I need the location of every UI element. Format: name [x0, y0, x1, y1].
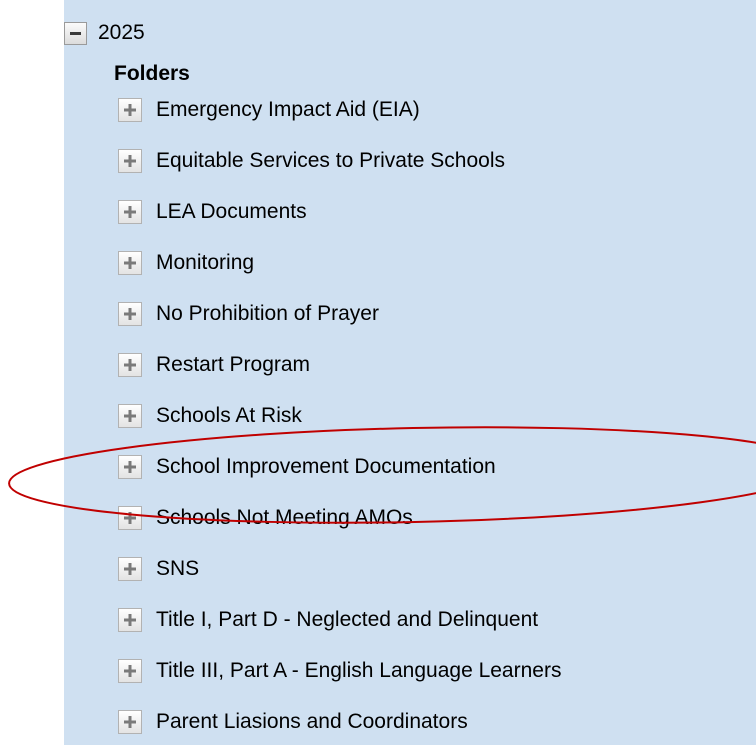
folder-label[interactable]: Equitable Services to Private Schools — [156, 149, 505, 173]
plus-icon[interactable] — [118, 148, 142, 173]
folder-item-monitoring[interactable]: Monitoring — [118, 237, 561, 288]
plus-icon[interactable] — [118, 454, 142, 479]
folder-label[interactable]: Schools At Risk — [156, 404, 302, 428]
folder-item-restart-program[interactable]: Restart Program — [118, 339, 561, 390]
folder-list: Emergency Impact Aid (EIA) Equitable Ser… — [118, 84, 561, 745]
plus-icon[interactable] — [118, 250, 142, 275]
plus-icon[interactable] — [118, 199, 142, 224]
folder-item-parent-liaisons[interactable]: Parent Liasions and Coordinators — [118, 696, 561, 745]
folder-label[interactable]: LEA Documents — [156, 200, 307, 224]
plus-icon[interactable] — [118, 97, 142, 122]
folder-label[interactable]: Title I, Part D - Neglected and Delinque… — [156, 608, 538, 632]
folder-item-schools-not-meeting-amos[interactable]: Schools Not Meeting AMOs — [118, 492, 561, 543]
folder-item-title-iii-part-a[interactable]: Title III, Part A - English Language Lea… — [118, 645, 561, 696]
folder-tree-panel: 2025 Folders Emergency Impact Aid (EIA) … — [64, 0, 756, 745]
plus-icon[interactable] — [118, 556, 142, 581]
folder-item-equitable-services[interactable]: Equitable Services to Private Schools — [118, 135, 561, 186]
plus-icon[interactable] — [118, 709, 142, 734]
plus-icon[interactable] — [118, 505, 142, 530]
folder-label[interactable]: School Improvement Documentation — [156, 455, 496, 479]
plus-icon[interactable] — [118, 658, 142, 683]
plus-icon[interactable] — [118, 403, 142, 428]
folder-item-school-improvement-documentation[interactable]: School Improvement Documentation — [118, 441, 561, 492]
folder-label[interactable]: Monitoring — [156, 251, 254, 275]
folder-item-no-prohibition-of-prayer[interactable]: No Prohibition of Prayer — [118, 288, 561, 339]
screenshot-stage: 2025 Folders Emergency Impact Aid (EIA) … — [0, 0, 756, 745]
plus-icon[interactable] — [118, 301, 142, 326]
folder-label[interactable]: Emergency Impact Aid (EIA) — [156, 98, 420, 122]
folder-item-sns[interactable]: SNS — [118, 543, 561, 594]
minus-icon[interactable] — [64, 21, 87, 45]
plus-icon[interactable] — [118, 352, 142, 377]
folder-item-emergency-impact-aid[interactable]: Emergency Impact Aid (EIA) — [118, 84, 561, 135]
folder-label[interactable]: Restart Program — [156, 353, 310, 377]
tree-root-label[interactable]: 2025 — [98, 21, 145, 45]
tree-root-2025[interactable]: 2025 — [64, 19, 145, 47]
folder-label[interactable]: Schools Not Meeting AMOs — [156, 506, 413, 530]
folder-item-lea-documents[interactable]: LEA Documents — [118, 186, 561, 237]
folder-item-schools-at-risk[interactable]: Schools At Risk — [118, 390, 561, 441]
folder-label[interactable]: SNS — [156, 557, 199, 581]
folders-heading: Folders — [114, 62, 190, 85]
plus-icon[interactable] — [118, 607, 142, 632]
folder-label[interactable]: Parent Liasions and Coordinators — [156, 710, 468, 734]
folder-label[interactable]: Title III, Part A - English Language Lea… — [156, 659, 561, 683]
folder-item-title-i-part-d[interactable]: Title I, Part D - Neglected and Delinque… — [118, 594, 561, 645]
folder-label[interactable]: No Prohibition of Prayer — [156, 302, 379, 326]
